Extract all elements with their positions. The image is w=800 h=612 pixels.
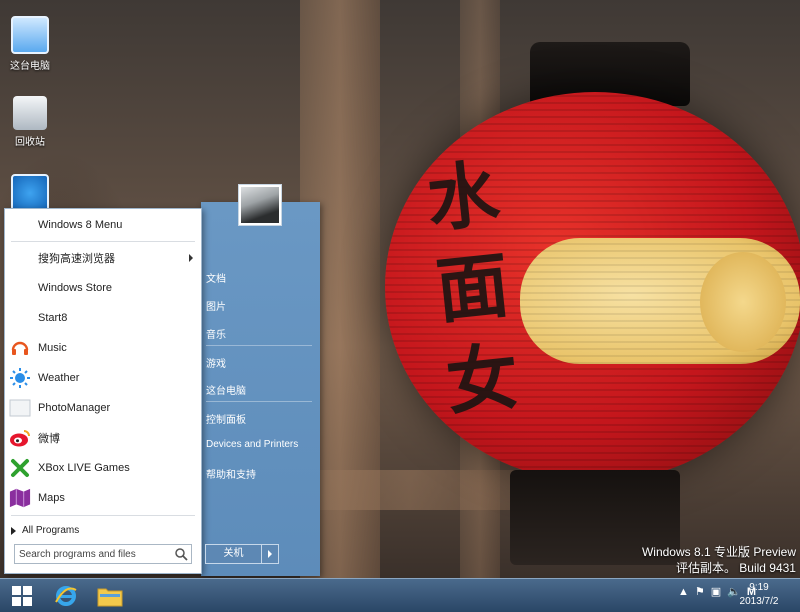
right-item-games[interactable]: 游戏 [206, 355, 314, 370]
xbox-icon [9, 457, 31, 479]
internet-explorer-icon [55, 585, 77, 606]
computer-icon [11, 16, 49, 54]
watermark-line-2: 评估副本。 Build 9431 [675, 561, 796, 575]
menu-divider [206, 345, 312, 346]
recycle-bin-icon [13, 96, 47, 130]
search-icon[interactable] [174, 547, 188, 561]
taskbar-internet-explorer[interactable] [44, 581, 88, 610]
all-programs-label: All Programs [22, 525, 80, 536]
windows-logo-icon [12, 585, 32, 606]
program-label: PhotoManager [38, 402, 111, 414]
right-item-this-pc[interactable]: 这台电脑 [206, 382, 314, 397]
headphones-icon [9, 337, 31, 359]
shutdown-options-arrow-icon[interactable] [262, 550, 278, 558]
program-item-start8[interactable]: Start8 [5, 304, 201, 332]
folder-icon [97, 588, 123, 606]
menu-divider [11, 241, 195, 242]
start-menu-left-pane: Windows 8 Menu 搜狗高速浏览器 Windows Store Sta… [4, 208, 202, 574]
taskbar-clock[interactable]: 9:19 2013/7/2 [724, 581, 794, 609]
program-label: Music [38, 342, 67, 354]
desktop-icon-this-pc[interactable]: 这台电脑 [0, 16, 60, 72]
start-button[interactable] [0, 581, 44, 610]
shutdown-label: 关机 [206, 545, 262, 563]
shutdown-button[interactable]: 关机 [205, 544, 279, 564]
network-icon[interactable]: ▣ [711, 585, 721, 598]
program-item-sogou-browser[interactable]: 搜狗高速浏览器 [5, 244, 201, 272]
program-label: Maps [38, 492, 65, 504]
menu-divider [11, 515, 195, 516]
program-item-photomanager[interactable]: PhotoManager [5, 394, 201, 422]
right-item-music[interactable]: 音乐 [206, 326, 314, 341]
desktop-icon-recycle-bin[interactable]: 回收站 [0, 96, 60, 148]
right-item-control-panel[interactable]: 控制面板 [206, 411, 314, 426]
program-item-music[interactable]: Music [5, 334, 201, 362]
right-item-devices-printers[interactable]: Devices and Printers [206, 439, 314, 450]
program-item-xbox-live-games[interactable]: XBox LIVE Games [5, 454, 201, 482]
program-item-windows8-menu[interactable]: Windows 8 Menu [5, 211, 201, 239]
flag-icon[interactable]: ⚑ [695, 585, 705, 598]
lantern-band-circle [700, 252, 786, 352]
program-label: 搜狗高速浏览器 [38, 253, 115, 265]
taskbar: ▲ ⚑ ▣ 🔈 M 9:19 2013/7/2 [0, 578, 800, 612]
all-programs-button[interactable]: All Programs [11, 525, 79, 536]
desktop-icon-label: 这台电脑 [10, 61, 50, 72]
menu-divider [206, 401, 312, 402]
program-label: XBox LIVE Games [38, 462, 130, 474]
right-item-documents[interactable]: 文档 [206, 270, 314, 285]
expand-triangle-icon [11, 526, 16, 535]
program-item-weather[interactable]: Weather [5, 364, 201, 392]
weibo-icon [9, 427, 31, 449]
submenu-arrow-icon [189, 254, 193, 262]
program-label: 微博 [38, 433, 60, 445]
program-label: Weather [38, 372, 80, 384]
program-item-weibo[interactable]: 微博 [5, 424, 201, 452]
clock-time: 9:19 [749, 582, 769, 593]
sun-icon [9, 367, 31, 389]
right-item-pictures[interactable]: 图片 [206, 298, 314, 313]
search-placeholder: Search programs and files [19, 548, 136, 560]
clock-date: 2013/7/2 [739, 596, 779, 607]
program-item-maps[interactable]: Maps [5, 484, 201, 512]
maps-icon [9, 487, 31, 509]
program-label: Windows 8 Menu [38, 219, 123, 231]
right-item-help-support[interactable]: 帮助和支持 [206, 466, 314, 481]
watermark-line-1: Windows 8.1 专业版 Preview [641, 545, 796, 559]
show-hidden-icons-icon[interactable]: ▲ [678, 586, 689, 598]
photo-icon [9, 397, 31, 419]
program-label: Start8 [38, 312, 68, 324]
user-avatar[interactable] [238, 184, 282, 226]
desktop-icon-label: 回收站 [15, 137, 45, 148]
windows-version-watermark: Windows 8.1 专业版 Preview 评估副本。 Build 9431 [642, 544, 796, 576]
taskbar-file-explorer[interactable] [88, 581, 132, 610]
program-label: Windows Store [38, 282, 112, 294]
wood-beam [300, 470, 520, 510]
search-input[interactable]: Search programs and files [14, 544, 192, 564]
program-item-windows-store[interactable]: Windows Store [5, 274, 201, 302]
